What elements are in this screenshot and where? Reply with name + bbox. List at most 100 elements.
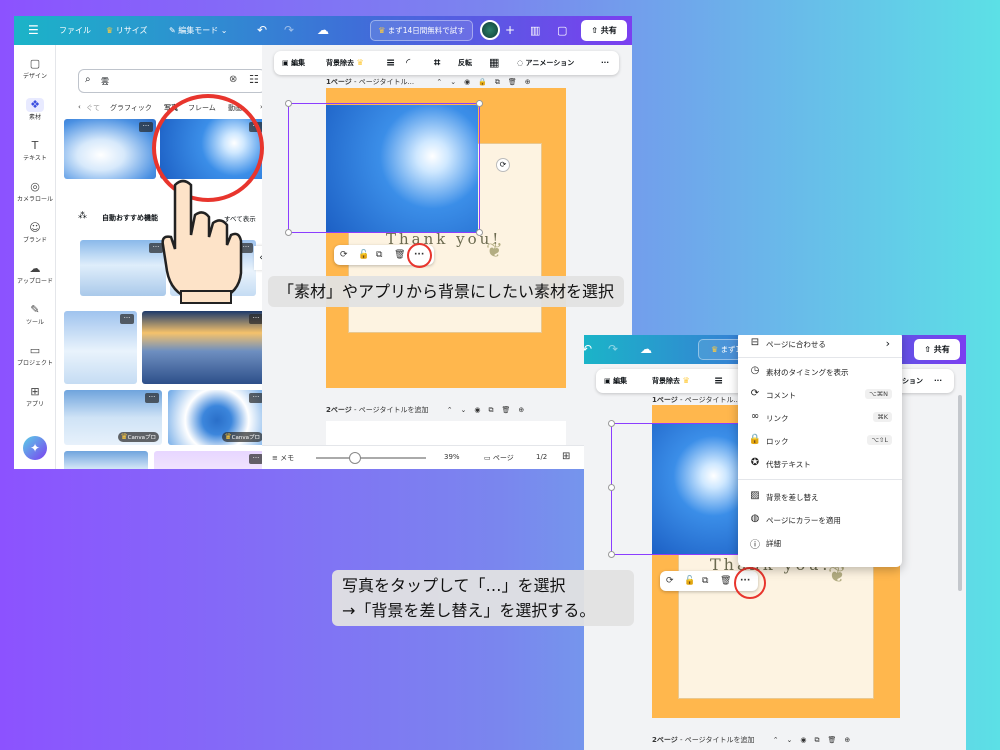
page2-title[interactable]: ページタイトルを追加: [359, 406, 429, 414]
rail-item-upload[interactable]: ☁ アップロード: [14, 262, 56, 285]
rail-item-brand[interactable]: ☺ ブランド: [14, 221, 56, 244]
menu-item-alt-text[interactable]: ✪ 代替テキスト: [738, 453, 902, 476]
search-input[interactable]: ⌕ 雲 ⊗ ☷: [78, 69, 266, 93]
zoom-slider[interactable]: [316, 452, 426, 464]
bg-remove-button[interactable]: 背景除去 ♛: [652, 369, 690, 393]
rail-item-tools[interactable]: ✎ ツール: [14, 303, 56, 326]
bg-remove-button[interactable]: 背景除去 ♛: [326, 51, 364, 75]
redo-icon[interactable]: ↷: [284, 16, 294, 45]
resize-handle[interactable]: [285, 100, 292, 107]
trial-button[interactable]: ♛ まず14日間無料で試す: [370, 20, 473, 41]
page1-title[interactable]: ページタイトル...: [685, 396, 740, 404]
filter-icon[interactable]: ☷: [249, 73, 259, 86]
page2-title[interactable]: ページタイトルを追加: [685, 736, 755, 744]
resize-handle[interactable]: [285, 229, 292, 236]
border-style-icon[interactable]: ≡: [386, 51, 395, 75]
transparency-icon[interactable]: ▦: [489, 51, 499, 75]
more-icon[interactable]: ···: [249, 454, 263, 464]
clear-icon[interactable]: ⊗: [229, 74, 237, 85]
photo-cloud-bottom[interactable]: [64, 451, 148, 469]
edit-mode-dropdown[interactable]: ✎ 編集モード ⌄: [169, 16, 228, 45]
analytics-icon[interactable]: ▥: [530, 16, 540, 45]
resize-handle[interactable]: [608, 420, 615, 427]
photo-cloud-1[interactable]: ···: [64, 119, 156, 179]
zoom-level[interactable]: 39%: [444, 453, 460, 461]
more-icon[interactable]: ···: [249, 393, 263, 403]
comment-icon[interactable]: ▢: [557, 16, 567, 45]
photo-cloud-white[interactable]: ···: [64, 311, 137, 384]
tab-graphics[interactable]: グラフィック: [110, 103, 152, 113]
edit-photo-button[interactable]: ▣ 編集: [604, 369, 627, 393]
rail-item-projects[interactable]: ▭ プロジェクト: [14, 344, 56, 367]
menu-item-timing[interactable]: ◷ 素材のタイミングを表示: [738, 361, 902, 384]
tab-prev[interactable]: ぐて: [86, 103, 100, 113]
duplicate-icon[interactable]: ⧉: [702, 571, 708, 591]
redo-icon[interactable]: ↷: [608, 335, 618, 364]
duplicate-icon[interactable]: ⧉: [376, 245, 382, 265]
lock-icon[interactable]: 🔓: [684, 571, 695, 591]
file-menu[interactable]: ファイル: [59, 16, 91, 45]
border-style-icon[interactable]: ≡: [714, 369, 723, 393]
photo-pink-cloud[interactable]: ···: [154, 451, 266, 469]
lock-icon[interactable]: 🔓: [358, 245, 369, 265]
page-actions-icons[interactable]: ⌃⌄◉⧉🗑⊕: [773, 736, 859, 744]
comment-icon[interactable]: ⟳: [666, 571, 674, 591]
photo-sunrise[interactable]: ···: [142, 311, 266, 384]
menu-item-fit-page[interactable]: ⊟ ページに合わせる ›: [738, 335, 902, 356]
menu-item-apply-colors[interactable]: ◍ ページにカラーを適用: [738, 509, 902, 532]
more-icon[interactable]: ···: [249, 314, 263, 324]
more-icon[interactable]: ···: [120, 314, 134, 324]
page-actions-icons[interactable]: ⌃⌄◉⧉🗑⊕: [447, 406, 533, 414]
magic-assistant-icon[interactable]: ✦: [23, 436, 47, 460]
cloud-save-icon[interactable]: ☁: [640, 335, 652, 364]
share-button[interactable]: ⇧ 共有: [581, 20, 627, 41]
menu-item-link[interactable]: ∞ リンク ⌘K: [738, 407, 902, 430]
undo-icon[interactable]: ↶: [584, 335, 592, 364]
more-icon[interactable]: ···: [139, 122, 153, 132]
photo-cloud-wide[interactable]: ··· ♛Canvaプロ: [64, 390, 162, 445]
edit-photo-button[interactable]: ▣ 編集: [282, 51, 305, 75]
rail-item-design[interactable]: ▢ デザイン: [14, 57, 56, 80]
rail-item-text[interactable]: T テキスト: [14, 139, 56, 162]
scrollbar[interactable]: [958, 395, 962, 591]
pages-button[interactable]: ▭ ページ: [484, 453, 514, 463]
menu-item-replace-background[interactable]: ▨ 背景を差し替え: [738, 486, 902, 509]
photo-recommend-1[interactable]: ···: [80, 240, 166, 296]
resize-handle[interactable]: [476, 100, 483, 107]
rotate-handle-icon[interactable]: ⟳: [496, 158, 510, 172]
undo-icon[interactable]: ↶: [257, 16, 267, 45]
resize-button[interactable]: ♛ リサイズ: [106, 16, 147, 45]
rail-item-apps[interactable]: ⊞ アプリ: [14, 385, 56, 408]
delete-icon[interactable]: 🗑: [720, 571, 731, 591]
design-page-2[interactable]: [326, 421, 566, 445]
crop-icon[interactable]: ⌗: [434, 51, 440, 75]
menu-icon[interactable]: ☰: [28, 16, 39, 45]
rail-item-elements[interactable]: ❖ 素材: [14, 98, 56, 121]
more-options-icon[interactable]: ···: [601, 51, 609, 75]
animation-button[interactable]: ◌ アニメーション: [517, 51, 574, 75]
photo-heart-cloud[interactable]: ··· ♛Canvaプロ: [168, 390, 266, 445]
share-button[interactable]: ⇧ 共有: [914, 339, 960, 360]
flip-button[interactable]: 反転: [458, 51, 472, 75]
resize-handle[interactable]: [608, 551, 615, 558]
resize-handle[interactable]: [476, 229, 483, 236]
cloud-save-icon[interactable]: ☁: [317, 16, 329, 45]
menu-item-lock[interactable]: 🔒 ロック ⌥⇧L: [738, 430, 902, 453]
add-member-icon[interactable]: +: [505, 16, 515, 45]
tab-left-chevron[interactable]: ‹: [78, 103, 81, 111]
avatar[interactable]: [480, 20, 500, 40]
menu-item-details[interactable]: ⓘ 詳細: [738, 532, 902, 555]
more-icon[interactable]: ···: [145, 393, 159, 403]
more-options-icon[interactable]: ···: [934, 369, 942, 393]
menu-item-comment[interactable]: ⟳ コメント ⌥⌘N: [738, 384, 902, 407]
grid-view-icon[interactable]: ⊞: [562, 451, 570, 462]
zoom-slider-thumb[interactable]: [349, 452, 361, 464]
animation-button-partial[interactable]: ション: [902, 369, 923, 393]
page1-title[interactable]: ページタイトル...: [359, 78, 414, 86]
memo-button[interactable]: ≡ メモ: [272, 453, 294, 463]
rail-item-camera-roll[interactable]: ◎ カメラロール: [14, 180, 56, 203]
resize-handle[interactable]: [608, 484, 615, 491]
corner-radius-icon[interactable]: ◜: [406, 51, 410, 75]
comment-icon[interactable]: ⟳: [340, 245, 348, 265]
delete-icon[interactable]: 🗑: [394, 245, 405, 265]
